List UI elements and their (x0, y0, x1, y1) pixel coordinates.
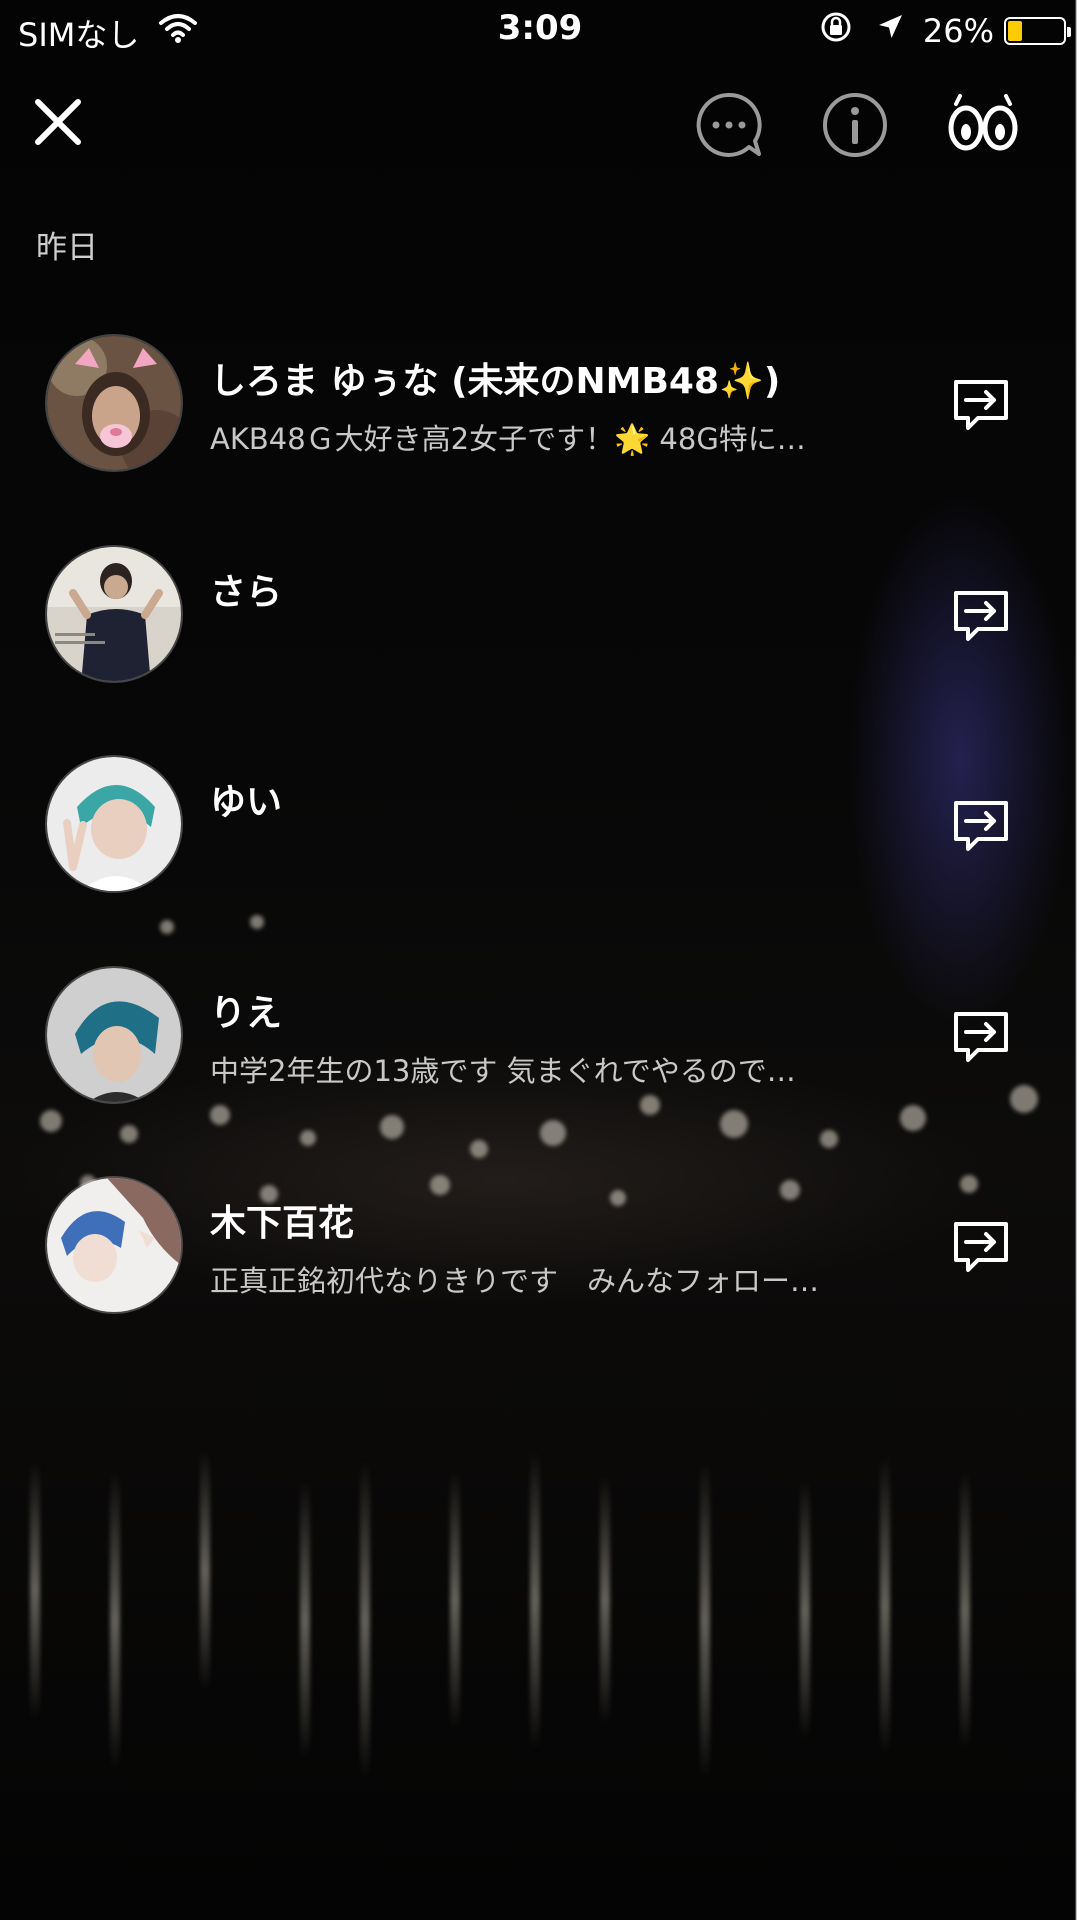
status-bar: SIMなし 3:09 26% (0, 0, 1080, 60)
battery-percent: 26% (922, 12, 994, 50)
avatar[interactable] (45, 755, 183, 893)
avatar[interactable] (45, 1176, 183, 1314)
share-arrow-icon[interactable] (948, 583, 1014, 649)
binoculars-icon[interactable] (946, 88, 1020, 162)
share-arrow-icon[interactable] (948, 1214, 1014, 1280)
user-bio: 正真正銘初代なりきりです みんなフォロー… (210, 1264, 820, 1298)
share-arrow-icon[interactable] (948, 793, 1014, 859)
light-reflection (300, 1480, 310, 1760)
user-row[interactable]: ゆい (0, 755, 1080, 925)
user-name: さら (210, 572, 283, 613)
light-reflection (450, 1470, 460, 1730)
light-reflection (30, 1460, 40, 1720)
bokeh-light (470, 1140, 488, 1158)
avatar[interactable] (45, 334, 183, 472)
user-name: りえ (210, 993, 283, 1034)
light-reflection (600, 1475, 610, 1725)
battery-icon (1004, 17, 1071, 45)
close-icon[interactable] (28, 92, 88, 152)
avatar[interactable] (45, 966, 183, 1104)
user-row[interactable]: りえ 中学2年生の13歳です 気まぐれでやるので… (0, 966, 1080, 1136)
battery-level-fill (1008, 21, 1022, 41)
share-arrow-icon[interactable] (948, 1004, 1014, 1070)
background-night-scene (0, 0, 1080, 1920)
user-row[interactable]: さら (0, 545, 1080, 715)
info-icon[interactable] (818, 88, 892, 162)
user-bio: 中学2年生の13歳です 気まぐれでやるので… (210, 1054, 796, 1088)
section-label-yesterday: 昨日 (36, 230, 98, 266)
light-reflection (360, 1460, 370, 1780)
light-reflection (530, 1450, 540, 1750)
light-reflection (880, 1455, 890, 1755)
user-name: しろま ゆぅな (未来のNMB48✨) (210, 361, 781, 402)
user-name: ゆい (210, 782, 283, 823)
share-arrow-icon[interactable] (948, 372, 1014, 438)
user-bio: AKB48Ｇ大好き高2女子です！🌟 48G特に… (210, 422, 806, 456)
avatar[interactable] (45, 545, 183, 683)
light-reflection (700, 1460, 710, 1780)
light-reflection (800, 1480, 810, 1740)
orientation-lock-icon (819, 10, 853, 52)
user-name: 木下百花 (210, 1203, 355, 1244)
light-reflection (200, 1450, 210, 1690)
status-right-group: 26% (819, 10, 1071, 52)
light-reflection (110, 1470, 120, 1770)
user-row[interactable]: 木下百花 正真正銘初代なりきりです みんなフォロー… (0, 1176, 1080, 1346)
location-arrow-icon (875, 12, 905, 50)
chat-bubble-icon[interactable] (692, 88, 766, 162)
light-reflection (960, 1470, 970, 1750)
user-row[interactable]: しろま ゆぅな (未来のNMB48✨) AKB48Ｇ大好き高2女子です！🌟 48… (0, 334, 1080, 504)
